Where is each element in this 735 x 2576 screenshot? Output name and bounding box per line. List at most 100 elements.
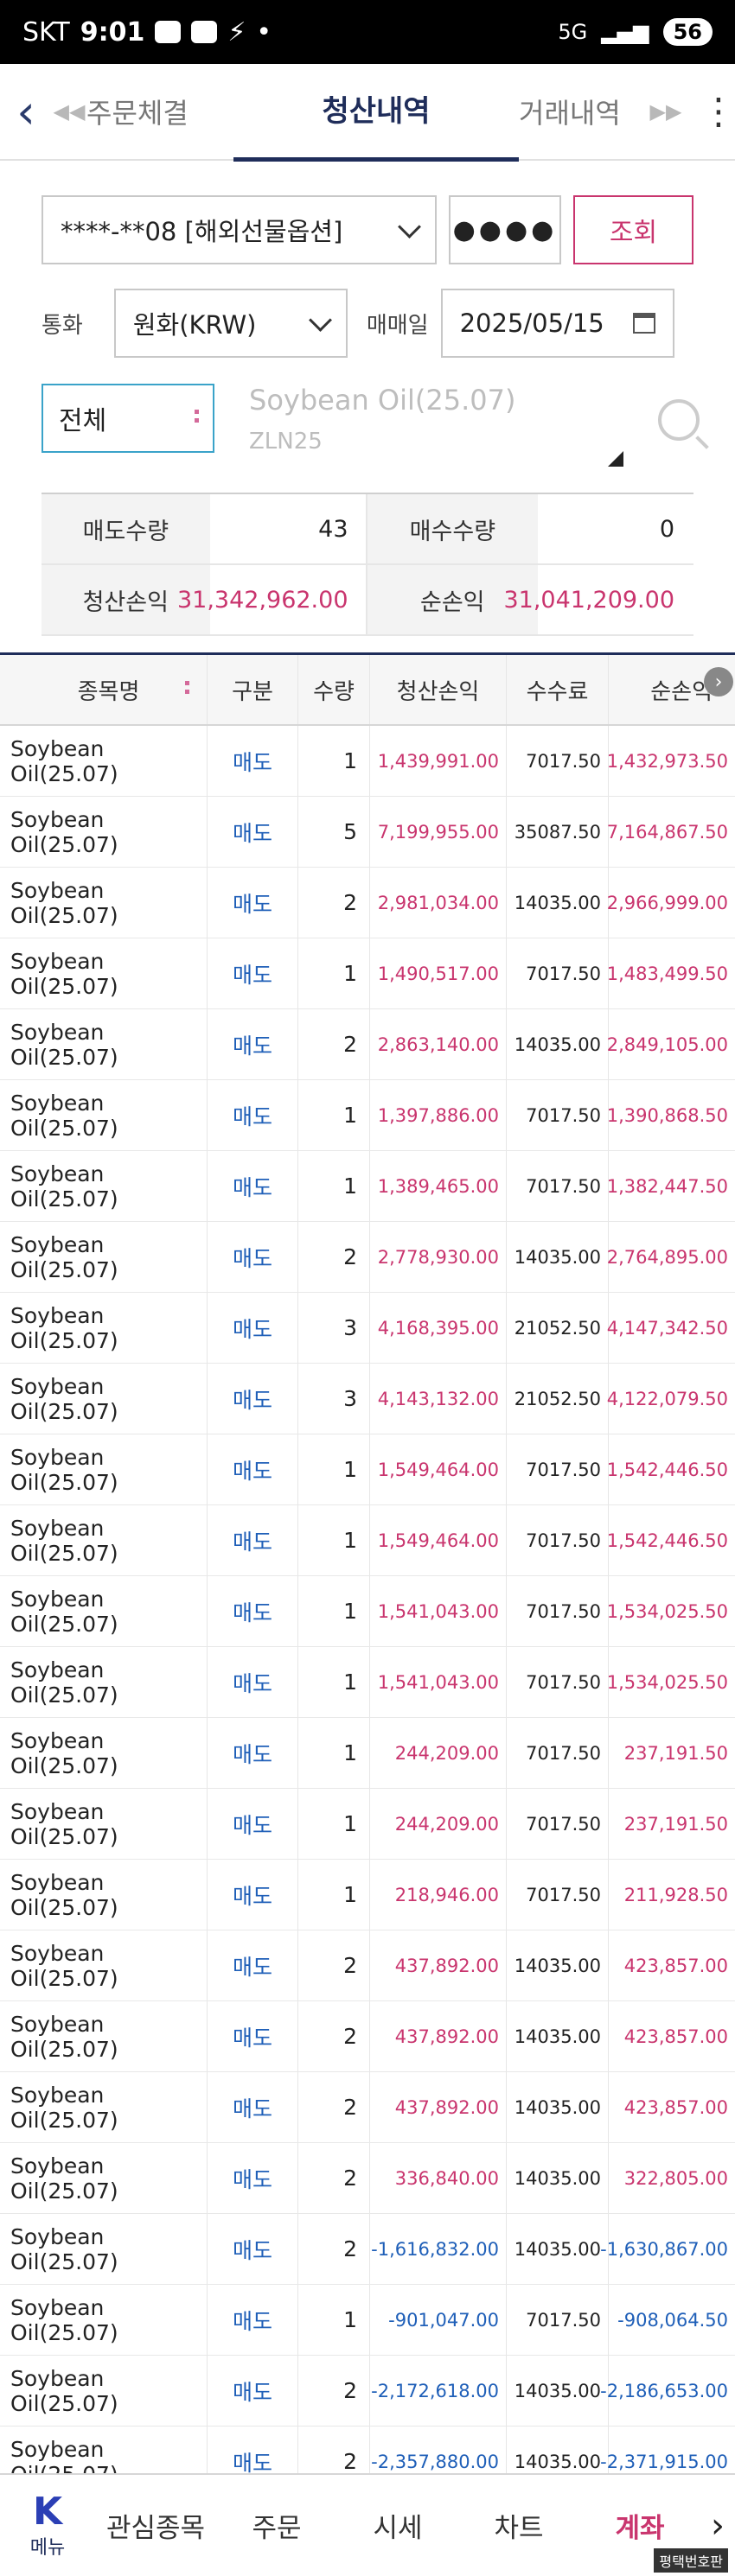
header-net-pnl: 순손익 › <box>609 655 735 724</box>
cell-symbol: Soybean Oil(25.07) <box>0 797 208 867</box>
cell-net-pnl: 4,147,342.50 <box>606 1317 728 1339</box>
cell-net-pnl: 423,857.00 <box>623 2096 728 2118</box>
tab-order-fill[interactable]: 주문체결 <box>86 92 233 131</box>
calendar-icon[interactable] <box>632 313 655 334</box>
cell-pnl: 1,439,991.00 <box>370 726 507 796</box>
back-arrow-icon[interactable]: ‹ <box>0 85 52 139</box>
cell-pnl: 1,389,465.00 <box>370 1151 507 1221</box>
account-select[interactable]: ****-**08 [해외선물옵션] <box>42 195 437 264</box>
cell-net-pnl: 237,191.50 <box>623 1742 728 1764</box>
currency-select[interactable]: 원화(KRW) <box>113 289 348 358</box>
cell-symbol: Soybean Oil(25.07) <box>0 1789 208 1859</box>
cell-fee: 14035.00 <box>507 868 609 938</box>
nav-watchlist[interactable]: 관심종목 <box>95 2506 216 2545</box>
cell-pnl: 7,199,955.00 <box>370 797 507 867</box>
table-row[interactable]: Soybean Oil(25.07) 매도 1 1,439,991.00 7017.50… <box>0 726 735 797</box>
table-row[interactable]: Soybean Oil(25.07) 매도 1 1,541,043.00 7017.50… <box>0 1647 735 1718</box>
cell-net-pnl: 322,805.00 <box>623 2167 728 2189</box>
table-row[interactable]: Soybean Oil(25.07) 매도 5 7,199,955.00 35087.5… <box>0 797 735 868</box>
cell-net-pnl: 1,534,025.50 <box>606 1600 728 1622</box>
cell-fee: 21052.50 <box>507 1364 609 1434</box>
cell-net-pnl: 7,164,867.50 <box>606 821 728 843</box>
table-row[interactable]: Soybean Oil(25.07) 매도 2 437,892.00 14035.00 4… <box>0 2072 735 2143</box>
table-row[interactable]: Soybean Oil(25.07) 매도 2 2,778,930.00 14035.0… <box>0 1222 735 1293</box>
menu-button[interactable]: K 메뉴 <box>0 2491 95 2560</box>
tab-trade-history[interactable]: 거래내역 <box>519 92 649 131</box>
cell-side: 매도 <box>208 1222 298 1292</box>
nav-more-arrow-icon[interactable]: › <box>700 2506 735 2546</box>
cell-side: 매도 <box>208 2285 298 2355</box>
table-row[interactable]: Soybean Oil(25.07) 매도 1 1,549,464.00 7017.50… <box>0 1505 735 1576</box>
nav-account[interactable]: 계좌 <box>579 2506 700 2545</box>
prev-tab-arrow-icon[interactable]: ◀◀ <box>52 99 86 124</box>
table-row[interactable]: Soybean Oil(25.07) 매도 2 336,840.00 14035.00 3… <box>0 2143 735 2214</box>
table-row[interactable]: Soybean Oil(25.07) 매도 2 437,892.00 14035.00 4… <box>0 1930 735 2001</box>
table-row[interactable]: Soybean Oil(25.07) 매도 1 1,389,465.00 7017.50… <box>0 1151 735 1222</box>
cell-net-pnl: 1,542,446.50 <box>606 1530 728 1551</box>
app-notification-icon: ⚡ <box>227 16 246 48</box>
cell-qty: 1 <box>298 1576 370 1646</box>
cell-pnl: 244,209.00 <box>370 1789 507 1859</box>
scroll-right-icon[interactable]: › <box>704 667 733 696</box>
table-row[interactable]: Soybean Oil(25.07) 매도 2 -1,616,832.00 14035.… <box>0 2214 735 2285</box>
table-row[interactable]: Soybean Oil(25.07) 매도 2 2,981,034.00 14035.0… <box>0 868 735 938</box>
cell-net-pnl: -908,064.50 <box>617 2309 728 2331</box>
cell-net-pnl: -2,186,653.00 <box>600 2380 728 2401</box>
table-row[interactable]: Soybean Oil(25.07) 매도 2 2,863,140.00 14035.0… <box>0 1009 735 1080</box>
search-icon[interactable] <box>658 399 700 441</box>
cell-net-pnl: 1,382,447.50 <box>606 1175 728 1197</box>
cell-fee: 7017.50 <box>507 938 609 1008</box>
header-symbol[interactable]: 종목명 <box>0 655 208 724</box>
cell-pnl: 336,840.00 <box>370 2143 507 2213</box>
cell-side: 매도 <box>208 1434 298 1504</box>
table-row[interactable]: Soybean Oil(25.07) 매도 1 218,946.00 7017.50 21… <box>0 1860 735 1930</box>
watermark: 평택번호판 <box>654 2548 728 2573</box>
table-row[interactable]: Soybean Oil(25.07) 매도 3 4,143,132.00 21052.5… <box>0 1364 735 1434</box>
table-row[interactable]: Soybean Oil(25.07) 매도 1 -901,047.00 7017.50-… <box>0 2285 735 2356</box>
sell-qty-value: 43 <box>210 494 368 563</box>
table-row[interactable]: Soybean Oil(25.07) 매도 1 244,209.00 7017.50 23… <box>0 1789 735 1860</box>
cell-symbol: Soybean Oil(25.07) <box>0 1647 208 1717</box>
product-selector[interactable]: Soybean Oil(25.07) ZLN25 <box>249 384 515 455</box>
table-row[interactable]: Soybean Oil(25.07) 매도 2 437,892.00 14035.00 4… <box>0 2001 735 2072</box>
password-field[interactable]: ●●●● <box>448 195 561 264</box>
cell-symbol: Soybean Oil(25.07) <box>0 1222 208 1292</box>
nav-order[interactable]: 주문 <box>216 2506 337 2545</box>
cell-fee: 21052.50 <box>507 1293 609 1363</box>
nav-chart[interactable]: 차트 <box>458 2506 579 2545</box>
nav-quotes[interactable]: 시세 <box>337 2506 458 2545</box>
product-name: Soybean Oil(25.07) <box>249 384 516 417</box>
cell-fee: 7017.50 <box>507 726 609 796</box>
cell-pnl: -1,616,832.00 <box>370 2214 507 2284</box>
next-tab-arrow-icon[interactable]: ▶▶ <box>649 99 683 124</box>
table-row[interactable]: Soybean Oil(25.07) 매도 3 4,168,395.00 21052.5… <box>0 1293 735 1364</box>
table-row[interactable]: Soybean Oil(25.07) 매도 1 1,397,886.00 7017.50… <box>0 1080 735 1151</box>
filter-select[interactable]: 전체 <box>42 384 214 453</box>
cell-qty: 1 <box>298 1080 370 1150</box>
cell-pnl: 2,863,140.00 <box>370 1009 507 1079</box>
cell-qty: 2 <box>298 2214 370 2284</box>
trade-date-label: 매매일 <box>366 312 429 339</box>
table-row[interactable]: Soybean Oil(25.07) 매도 1 1,549,464.00 7017.50… <box>0 1434 735 1505</box>
cell-net-pnl: 1,390,868.50 <box>606 1104 728 1126</box>
table-row[interactable]: Soybean Oil(25.07) 매도 1 1,490,517.00 7017.50… <box>0 938 735 1009</box>
cell-net-pnl: 1,542,446.50 <box>606 1459 728 1480</box>
cell-net-pnl: 211,928.50 <box>623 1884 728 1905</box>
cell-pnl: 1,397,886.00 <box>370 1080 507 1150</box>
query-button[interactable]: 조회 <box>572 195 693 264</box>
cell-side: 매도 <box>208 726 298 796</box>
cell-pnl: 1,549,464.00 <box>370 1434 507 1504</box>
dropdown-corner-icon[interactable] <box>608 451 623 467</box>
tab-liquidation-history[interactable]: 청산내역 <box>233 63 519 162</box>
cell-fee: 7017.50 <box>507 1080 609 1150</box>
cell-net-pnl: 2,764,895.00 <box>606 1246 728 1268</box>
table-row[interactable]: Soybean Oil(25.07) 매도 1 1,541,043.00 7017.50… <box>0 1576 735 1647</box>
more-options-icon[interactable]: ⋮ <box>700 93 735 130</box>
status-bar: SKT 9:01 ⚡ • 5G ▂▄▆ 56 <box>0 0 735 64</box>
cell-qty: 1 <box>298 1860 370 1930</box>
table-row[interactable]: Soybean Oil(25.07) 매도 1 244,209.00 7017.50 23… <box>0 1718 735 1789</box>
table-row[interactable]: Soybean Oil(25.07) 매도 2 -2,172,618.00 14035.… <box>0 2356 735 2427</box>
trade-date-field[interactable]: 2025/05/15 <box>440 289 674 358</box>
calendar-notification-icon <box>191 21 218 43</box>
cell-pnl: 1,490,517.00 <box>370 938 507 1008</box>
